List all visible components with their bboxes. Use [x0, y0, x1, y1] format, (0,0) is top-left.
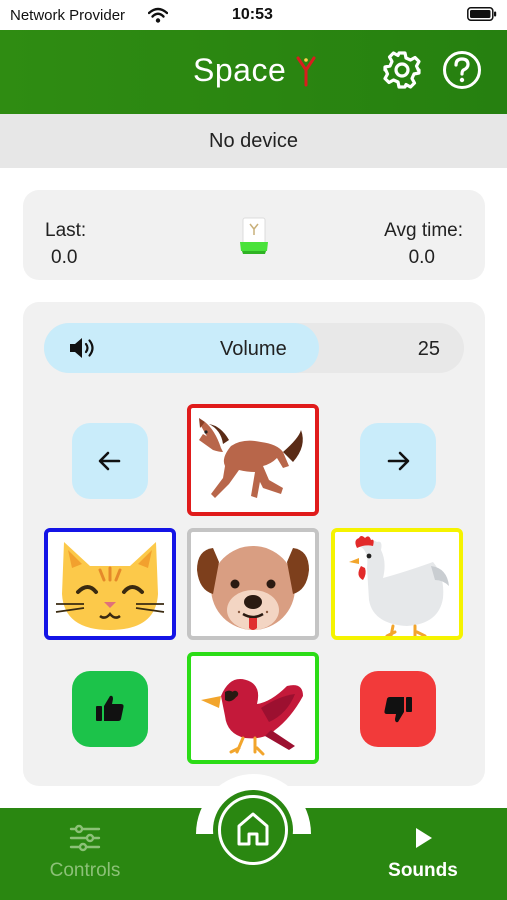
sounds-card: Volume 25 — [23, 302, 485, 786]
home-icon — [237, 812, 269, 846]
last-time-value: 0.0 — [51, 247, 78, 268]
dog-icon — [197, 546, 309, 630]
battery-icon — [467, 7, 497, 21]
cat-sound-card[interactable] — [44, 528, 176, 640]
gear-icon[interactable] — [382, 50, 422, 90]
device-status-bar[interactable]: No device — [0, 114, 507, 168]
sliders-icon — [69, 824, 101, 852]
home-button[interactable] — [213, 790, 293, 870]
carrier-label: Network Provider — [10, 7, 126, 24]
volume-slider[interactable]: Volume 25 — [44, 323, 464, 373]
bird-sound-card[interactable] — [187, 652, 319, 764]
bird-icon — [201, 679, 303, 756]
device-icon — [240, 217, 268, 254]
avg-time-label: Avg time: — [384, 220, 463, 241]
nav-controls-label: Controls — [49, 860, 121, 881]
clock: 10:53 — [232, 6, 273, 23]
like-button[interactable] — [72, 671, 148, 747]
arrow-right-icon — [387, 451, 410, 471]
status-bar: Network Provider 10:53 — [0, 0, 507, 30]
wifi-icon — [148, 7, 168, 23]
last-time-label: Last: — [45, 220, 87, 241]
timing-stats-card: Last: 0.0 Avg time: 0.0 — [23, 190, 485, 280]
help-icon[interactable] — [442, 50, 482, 90]
arrow-left-icon — [98, 451, 121, 471]
app-title: Space — [193, 52, 287, 88]
nav-sounds-label: Sounds — [388, 860, 458, 881]
play-icon — [416, 828, 432, 848]
dog-sound-card[interactable] — [187, 528, 319, 640]
nav-sounds-tab[interactable]: Sounds — [368, 822, 478, 886]
horse-sound-card[interactable] — [187, 404, 319, 516]
chicken-icon — [349, 536, 449, 636]
next-button[interactable] — [360, 423, 436, 499]
thumbs-down-icon — [384, 697, 412, 723]
volume-label: Volume — [220, 338, 287, 360]
horse-icon — [199, 418, 303, 498]
spacey-y-icon — [296, 56, 316, 87]
cat-icon — [55, 542, 165, 630]
app-header: Space — [0, 30, 507, 114]
avg-time-value: 0.0 — [408, 247, 435, 268]
thumbs-up-icon — [96, 695, 124, 721]
dislike-button[interactable] — [360, 671, 436, 747]
volume-value: 25 — [417, 338, 440, 360]
nav-controls-tab[interactable]: Controls — [30, 822, 140, 886]
speaker-icon — [70, 338, 94, 358]
chicken-sound-card[interactable] — [331, 528, 463, 640]
previous-button[interactable] — [72, 423, 148, 499]
